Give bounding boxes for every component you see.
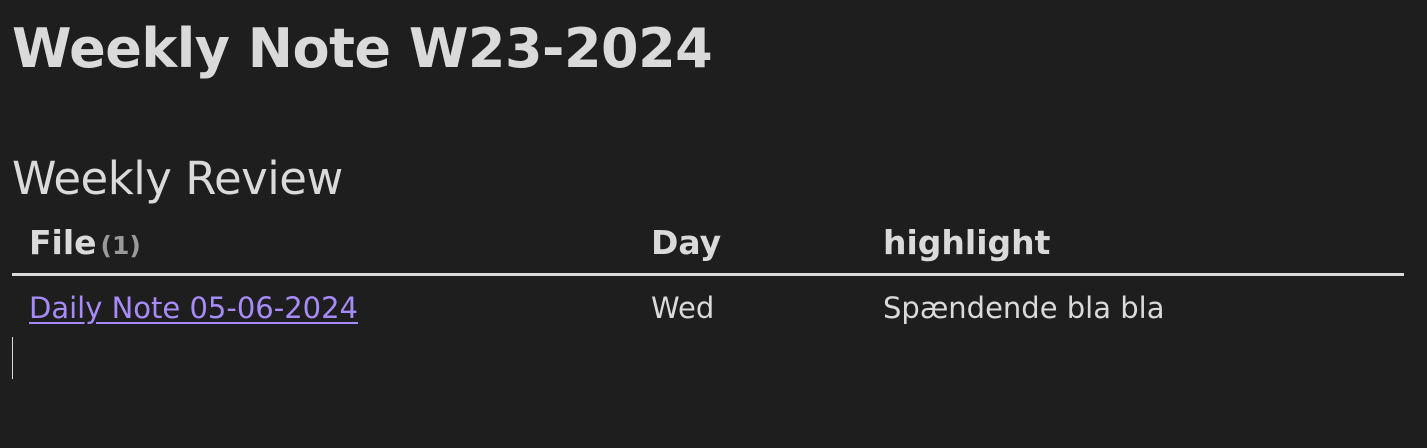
column-header-day[interactable]: Day [651,222,721,264]
table-cell-file: Daily Note 05-06-2024 [29,288,358,328]
note-editor: Weekly Note W23-2024 Weekly Review File(… [0,0,1427,448]
column-header-file[interactable]: File (1) [29,222,141,267]
page-title: Weekly Note W23-2024 [12,17,713,80]
table-cell-highlight: Spændende bla bla [883,291,1165,325]
table-cell-day: Wed [651,291,715,325]
table-row: Daily Note 05-06-2024 Wed Spændende bla … [12,276,1404,336]
table-header: File (1) Day highlight [12,222,1404,276]
file-count-badge: (1) [100,231,141,260]
column-header-file-label: File [29,223,97,262]
text-cursor[interactable] [12,337,13,379]
dataview-table: File (1) Day highlight Daily Note 05-06-2… [12,222,1404,336]
column-header-highlight[interactable]: highlight [883,222,1050,264]
section-heading: Weekly Review [12,152,343,205]
daily-note-link[interactable]: Daily Note 05-06-2024 [29,291,358,325]
